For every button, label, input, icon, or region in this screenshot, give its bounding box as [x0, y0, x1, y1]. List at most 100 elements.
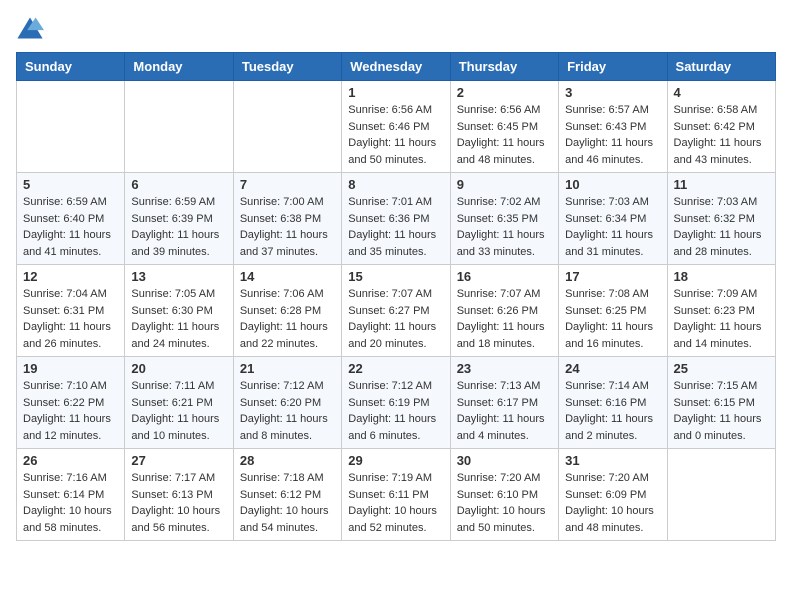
calendar-week-row: 1 Sunrise: 6:56 AM Sunset: 6:46 PM Daylig…: [17, 81, 776, 173]
day-number: 14: [240, 269, 335, 284]
calendar-cell: 26 Sunrise: 7:16 AM Sunset: 6:14 PM Dayli…: [17, 449, 125, 541]
day-info: Sunrise: 6:56 AM Sunset: 6:46 PM Dayligh…: [348, 102, 443, 168]
calendar-cell: 6 Sunrise: 6:59 AM Sunset: 6:39 PM Daylig…: [125, 173, 233, 265]
day-number: 24: [565, 361, 660, 376]
calendar-cell: [233, 81, 341, 173]
calendar-cell: 16 Sunrise: 7:07 AM Sunset: 6:26 PM Dayli…: [450, 265, 558, 357]
page-header: [16, 16, 776, 40]
day-number: 6: [131, 177, 226, 192]
calendar-cell: 14 Sunrise: 7:06 AM Sunset: 6:28 PM Dayli…: [233, 265, 341, 357]
day-of-week-header: Thursday: [450, 53, 558, 81]
day-info: Sunrise: 7:19 AM Sunset: 6:11 PM Dayligh…: [348, 470, 443, 536]
day-info: Sunrise: 7:03 AM Sunset: 6:32 PM Dayligh…: [674, 194, 769, 260]
day-number: 28: [240, 453, 335, 468]
day-info: Sunrise: 6:59 AM Sunset: 6:39 PM Dayligh…: [131, 194, 226, 260]
calendar-cell: 4 Sunrise: 6:58 AM Sunset: 6:42 PM Daylig…: [667, 81, 775, 173]
calendar-cell: 9Sunrise: 7:02 AM Sunset: 6:35 PM Daylig…: [450, 173, 558, 265]
day-number: 2: [457, 85, 552, 100]
day-info: Sunrise: 6:58 AM Sunset: 6:42 PM Dayligh…: [674, 102, 769, 168]
day-info: Sunrise: 7:17 AM Sunset: 6:13 PM Dayligh…: [131, 470, 226, 536]
day-number: 18: [674, 269, 769, 284]
day-number: 5: [23, 177, 118, 192]
day-number: 10: [565, 177, 660, 192]
calendar-cell: 25 Sunrise: 7:15 AM Sunset: 6:15 PM Dayli…: [667, 357, 775, 449]
calendar-cell: 19Sunrise: 7:10 AM Sunset: 6:22 PM Dayli…: [17, 357, 125, 449]
day-info: Sunrise: 7:05 AM Sunset: 6:30 PM Dayligh…: [131, 286, 226, 352]
day-number: 12: [23, 269, 118, 284]
day-of-week-header: Monday: [125, 53, 233, 81]
day-info: Sunrise: 7:02 AM Sunset: 6:35 PM Dayligh…: [457, 194, 552, 260]
day-number: 27: [131, 453, 226, 468]
day-number: 1: [348, 85, 443, 100]
day-number: 26: [23, 453, 118, 468]
calendar-cell: 1 Sunrise: 6:56 AM Sunset: 6:46 PM Daylig…: [342, 81, 450, 173]
day-number: 23: [457, 361, 552, 376]
calendar-cell: [17, 81, 125, 173]
calendar-week-row: 26 Sunrise: 7:16 AM Sunset: 6:14 PM Dayli…: [17, 449, 776, 541]
calendar-cell: 13 Sunrise: 7:05 AM Sunset: 6:30 PM Dayli…: [125, 265, 233, 357]
calendar-cell: 30 Sunrise: 7:20 AM Sunset: 6:10 PM Dayli…: [450, 449, 558, 541]
calendar-cell: 20 Sunrise: 7:11 AM Sunset: 6:21 PM Dayli…: [125, 357, 233, 449]
day-number: 30: [457, 453, 552, 468]
calendar-week-row: 19Sunrise: 7:10 AM Sunset: 6:22 PM Dayli…: [17, 357, 776, 449]
calendar-cell: 22 Sunrise: 7:12 AM Sunset: 6:19 PM Dayli…: [342, 357, 450, 449]
calendar-cell: 21 Sunrise: 7:12 AM Sunset: 6:20 PM Dayli…: [233, 357, 341, 449]
day-info: Sunrise: 7:14 AM Sunset: 6:16 PM Dayligh…: [565, 378, 660, 444]
calendar-header-row: SundayMondayTuesdayWednesdayThursdayFrid…: [17, 53, 776, 81]
calendar-cell: 12 Sunrise: 7:04 AM Sunset: 6:31 PM Dayli…: [17, 265, 125, 357]
day-info: Sunrise: 7:20 AM Sunset: 6:10 PM Dayligh…: [457, 470, 552, 536]
day-number: 8: [348, 177, 443, 192]
day-info: Sunrise: 7:01 AM Sunset: 6:36 PM Dayligh…: [348, 194, 443, 260]
day-number: 3: [565, 85, 660, 100]
calendar-cell: [125, 81, 233, 173]
day-number: 25: [674, 361, 769, 376]
day-info: Sunrise: 7:12 AM Sunset: 6:20 PM Dayligh…: [240, 378, 335, 444]
calendar-cell: 15Sunrise: 7:07 AM Sunset: 6:27 PM Dayli…: [342, 265, 450, 357]
calendar-week-row: 12 Sunrise: 7:04 AM Sunset: 6:31 PM Dayli…: [17, 265, 776, 357]
calendar-cell: 7 Sunrise: 7:00 AM Sunset: 6:38 PM Daylig…: [233, 173, 341, 265]
day-of-week-header: Saturday: [667, 53, 775, 81]
calendar: SundayMondayTuesdayWednesdayThursdayFrid…: [16, 52, 776, 541]
day-number: 22: [348, 361, 443, 376]
day-info: Sunrise: 7:00 AM Sunset: 6:38 PM Dayligh…: [240, 194, 335, 260]
day-number: 16: [457, 269, 552, 284]
day-number: 13: [131, 269, 226, 284]
calendar-cell: 29 Sunrise: 7:19 AM Sunset: 6:11 PM Dayli…: [342, 449, 450, 541]
day-info: Sunrise: 6:59 AM Sunset: 6:40 PM Dayligh…: [23, 194, 118, 260]
calendar-cell: 2 Sunrise: 6:56 AM Sunset: 6:45 PM Daylig…: [450, 81, 558, 173]
day-info: Sunrise: 7:13 AM Sunset: 6:17 PM Dayligh…: [457, 378, 552, 444]
day-info: Sunrise: 7:04 AM Sunset: 6:31 PM Dayligh…: [23, 286, 118, 352]
day-number: 4: [674, 85, 769, 100]
day-of-week-header: Sunday: [17, 53, 125, 81]
day-number: 15: [348, 269, 443, 284]
day-info: Sunrise: 7:15 AM Sunset: 6:15 PM Dayligh…: [674, 378, 769, 444]
calendar-cell: 31 Sunrise: 7:20 AM Sunset: 6:09 PM Dayli…: [559, 449, 667, 541]
day-number: 7: [240, 177, 335, 192]
day-info: Sunrise: 7:16 AM Sunset: 6:14 PM Dayligh…: [23, 470, 118, 536]
day-number: 20: [131, 361, 226, 376]
day-info: Sunrise: 7:03 AM Sunset: 6:34 PM Dayligh…: [565, 194, 660, 260]
day-info: Sunrise: 7:06 AM Sunset: 6:28 PM Dayligh…: [240, 286, 335, 352]
calendar-cell: 8 Sunrise: 7:01 AM Sunset: 6:36 PM Daylig…: [342, 173, 450, 265]
day-number: 21: [240, 361, 335, 376]
day-info: Sunrise: 6:57 AM Sunset: 6:43 PM Dayligh…: [565, 102, 660, 168]
day-info: Sunrise: 7:20 AM Sunset: 6:09 PM Dayligh…: [565, 470, 660, 536]
day-info: Sunrise: 6:56 AM Sunset: 6:45 PM Dayligh…: [457, 102, 552, 168]
day-number: 29: [348, 453, 443, 468]
calendar-cell: [667, 449, 775, 541]
calendar-cell: 18Sunrise: 7:09 AM Sunset: 6:23 PM Dayli…: [667, 265, 775, 357]
day-number: 31: [565, 453, 660, 468]
day-info: Sunrise: 7:10 AM Sunset: 6:22 PM Dayligh…: [23, 378, 118, 444]
day-of-week-header: Wednesday: [342, 53, 450, 81]
day-of-week-header: Friday: [559, 53, 667, 81]
logo-icon: [16, 16, 44, 40]
calendar-cell: 17Sunrise: 7:08 AM Sunset: 6:25 PM Dayli…: [559, 265, 667, 357]
day-info: Sunrise: 7:12 AM Sunset: 6:19 PM Dayligh…: [348, 378, 443, 444]
calendar-cell: 3 Sunrise: 6:57 AM Sunset: 6:43 PM Daylig…: [559, 81, 667, 173]
calendar-cell: 28 Sunrise: 7:18 AM Sunset: 6:12 PM Dayli…: [233, 449, 341, 541]
day-info: Sunrise: 7:07 AM Sunset: 6:26 PM Dayligh…: [457, 286, 552, 352]
calendar-cell: 5 Sunrise: 6:59 AM Sunset: 6:40 PM Daylig…: [17, 173, 125, 265]
day-info: Sunrise: 7:18 AM Sunset: 6:12 PM Dayligh…: [240, 470, 335, 536]
day-info: Sunrise: 7:11 AM Sunset: 6:21 PM Dayligh…: [131, 378, 226, 444]
calendar-cell: 24 Sunrise: 7:14 AM Sunset: 6:16 PM Dayli…: [559, 357, 667, 449]
